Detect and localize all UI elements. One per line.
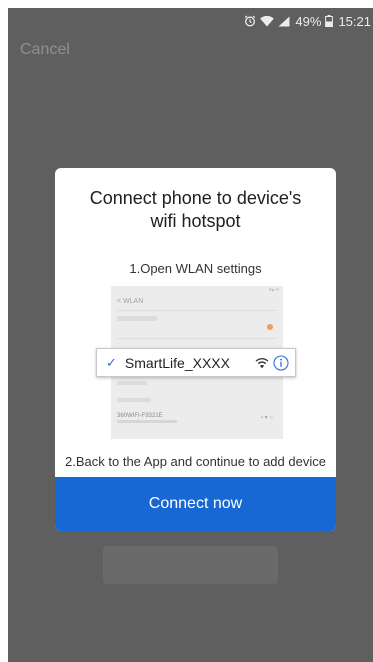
illustration-status-bar: ▾▴ ▪▪	[269, 287, 279, 293]
illustration-network-icons: ▪ ▾ ○	[260, 415, 273, 421]
info-icon	[273, 355, 289, 376]
illustration-network-name: 360WIFI-F9321E	[117, 413, 163, 419]
illustration-network-sub	[117, 420, 177, 423]
wifi-icon	[260, 15, 275, 27]
status-bar: 49% 15:21	[8, 8, 373, 34]
illustration-nav-title: < WLAN	[117, 298, 144, 305]
signal-icon	[278, 16, 290, 27]
battery-percent: 49%	[295, 13, 322, 29]
dialog-title: Connect phone to device's wifi hotspot	[89, 188, 302, 231]
illustration-row	[117, 381, 147, 385]
selected-network-card: ✓ SmartLife_XXXX	[96, 348, 296, 377]
phone-screen: 49% 15:21 Cancel Connect phone to device…	[8, 8, 373, 662]
background-placeholder	[103, 546, 278, 584]
connect-hotspot-dialog: Connect phone to device's wifi hotspot 1…	[55, 168, 336, 531]
wifi-signal-icon	[255, 356, 269, 374]
cancel-button[interactable]: Cancel	[20, 41, 70, 59]
status-time: 15:21	[338, 13, 371, 29]
selected-network-ssid: SmartLife_XXXX	[124, 354, 230, 371]
illustration-row	[117, 398, 151, 402]
battery-icon	[325, 15, 334, 27]
alarm-icon	[244, 15, 256, 27]
illustration-toggle-dot	[267, 324, 273, 330]
illustration-divider	[117, 338, 277, 339]
check-icon: ✓	[106, 354, 117, 370]
step-1-text: 1.Open WLAN settings	[129, 261, 262, 276]
step-2-text: 2.Back to the App and continue to add de…	[65, 454, 326, 469]
connect-now-button[interactable]: Connect now	[55, 477, 336, 531]
illustration-divider	[117, 310, 277, 311]
illustration-row	[117, 316, 157, 321]
